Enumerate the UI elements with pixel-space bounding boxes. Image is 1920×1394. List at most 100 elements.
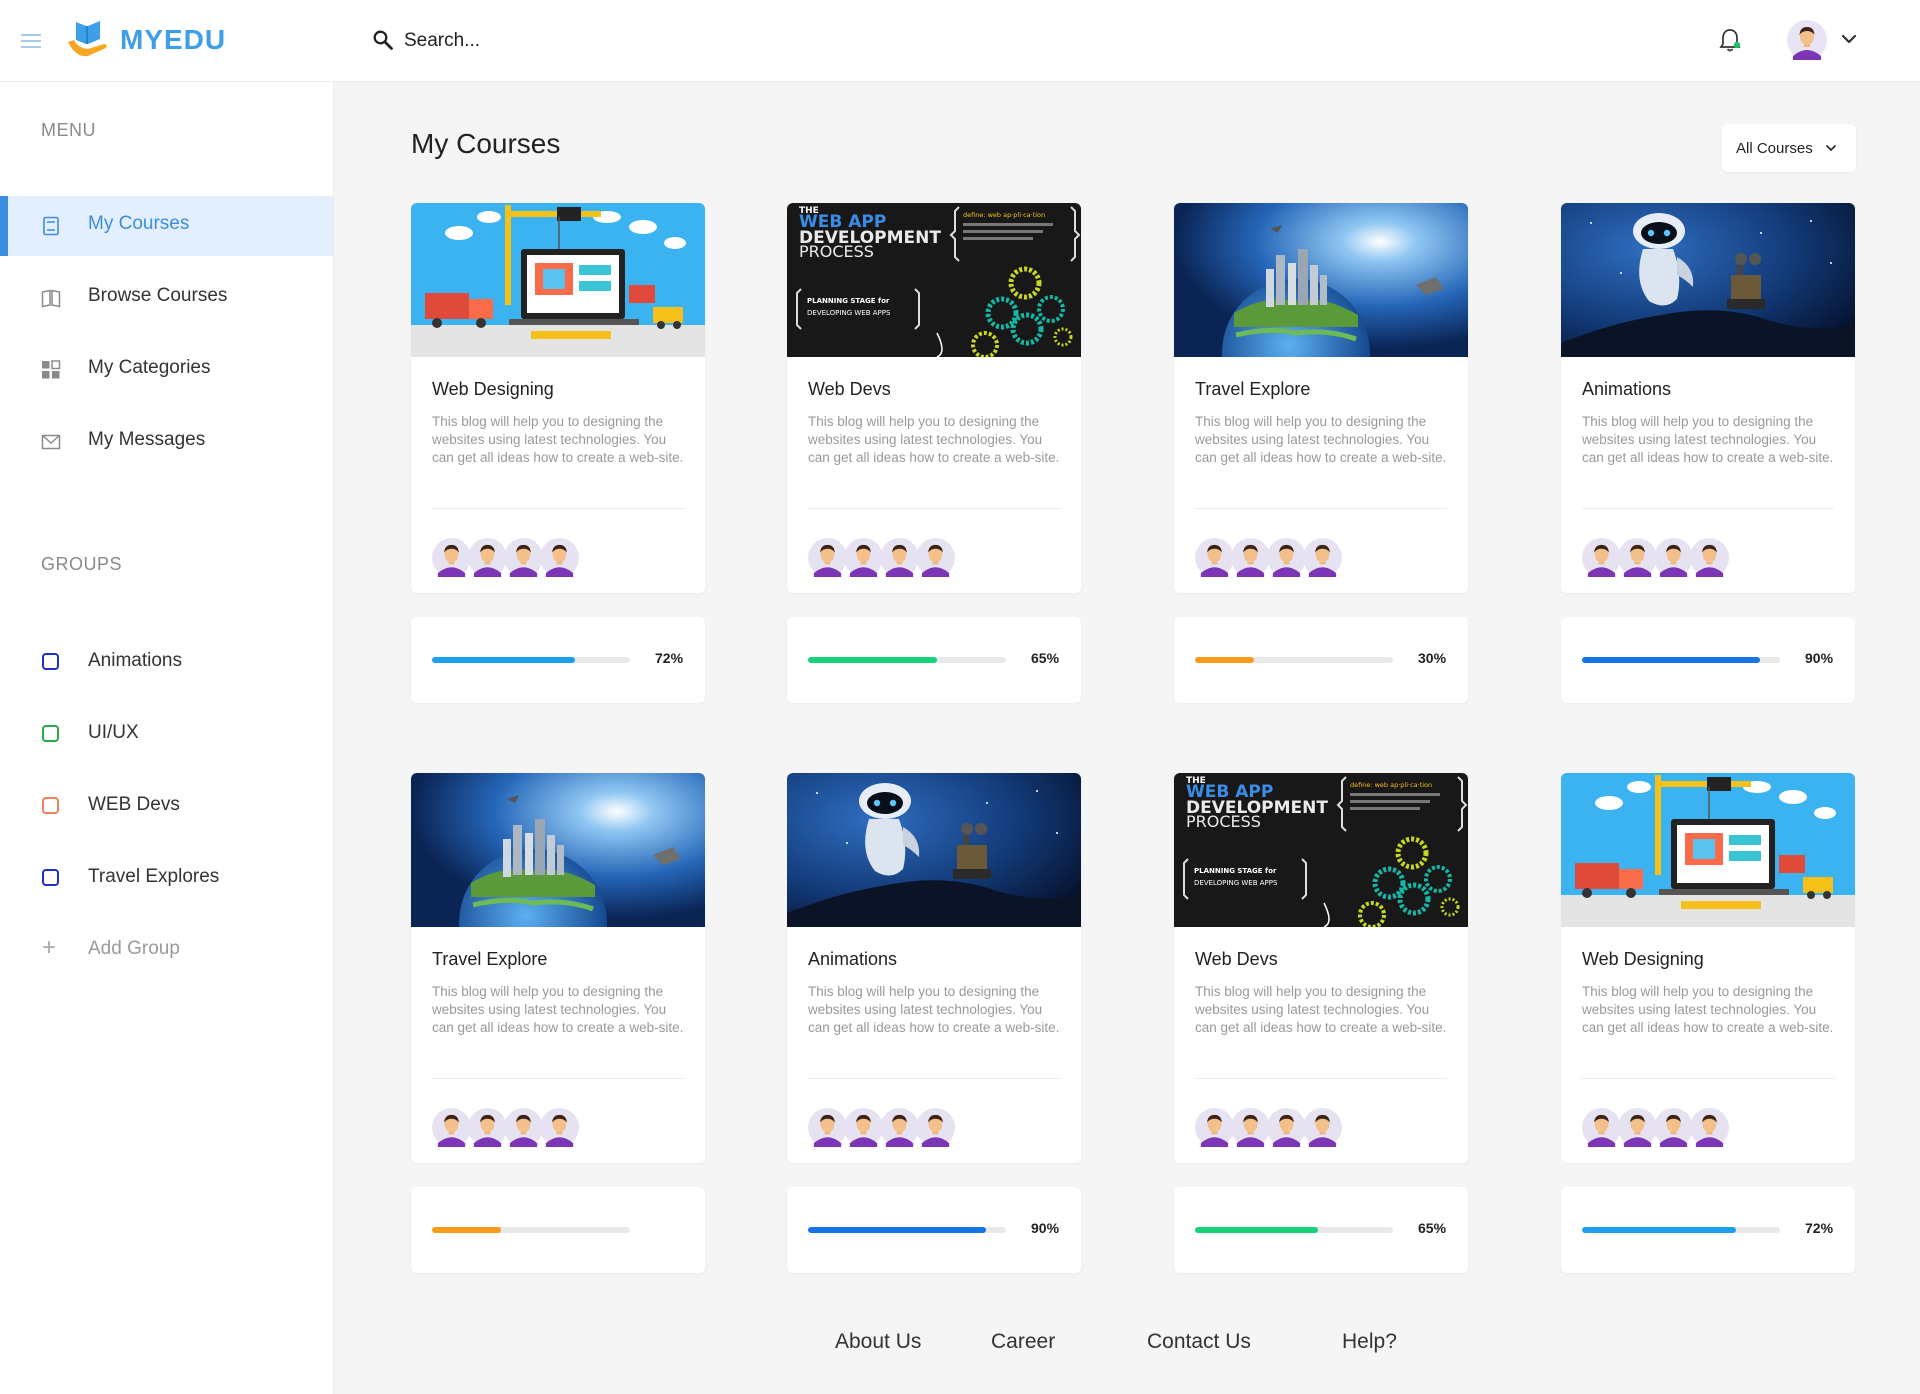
chevron-down-icon[interactable] (1838, 28, 1860, 50)
course-thumbnail (1174, 203, 1468, 357)
thumb-text: PROCESS (1186, 812, 1261, 831)
sidebar: MENU My Courses Browse Courses My Catego… (0, 82, 334, 1394)
divider (1195, 1078, 1447, 1079)
course-description: This blog will help you to designing the… (808, 984, 1060, 1035)
course-title: Web Designing (1582, 949, 1704, 969)
group-label: UI/UX (88, 722, 139, 743)
progress-percent: 72% (1805, 1220, 1834, 1236)
course-progress-card: 72% (1561, 1187, 1855, 1273)
divider (808, 508, 1060, 509)
avatar (1582, 538, 1621, 577)
progress-fill (1195, 657, 1255, 663)
avatar (432, 1108, 471, 1147)
grid-icon (42, 360, 61, 379)
group-item-animations[interactable]: Animations (0, 637, 333, 687)
course-thumbnail (1561, 773, 1855, 927)
progress-percent: 72% (655, 650, 684, 666)
footer-help-link[interactable]: Help? (1342, 1330, 1397, 1354)
group-color-marker (42, 869, 59, 886)
plus-icon: + (42, 934, 57, 961)
avatar (1231, 1108, 1270, 1147)
course-title: Web Devs (808, 379, 891, 399)
sidebar-item-my-categories[interactable]: My Categories (0, 340, 333, 400)
course-progress-card: 72% (411, 617, 705, 703)
footer-about-us-link[interactable]: About Us (835, 1330, 921, 1354)
divider (1195, 508, 1447, 509)
progress-track (1195, 657, 1393, 663)
app-logo-text: MYEDU (120, 24, 227, 55)
avatar (1582, 1108, 1621, 1147)
course-title: Web Designing (432, 379, 554, 399)
course-thumbnail (411, 773, 705, 927)
menu-section-title: MENU (41, 120, 96, 140)
course-progress-card: 65% (787, 617, 1081, 703)
group-item-web-devs[interactable]: WEB Devs (0, 781, 333, 831)
progress-percent: 65% (1031, 650, 1060, 666)
sidebar-item-label: My Courses (88, 213, 190, 234)
avatar (808, 1108, 847, 1147)
course-card[interactable]: Animations This blog will help you to des… (787, 773, 1081, 1163)
progress-track (432, 657, 630, 663)
course-description: This blog will help you to designing the… (1582, 984, 1834, 1035)
group-item-travel-explores[interactable]: Travel Explores (0, 853, 333, 903)
hamburger-menu-icon[interactable] (21, 34, 41, 48)
course-card[interactable]: THE WEB APP DEVELOPMENT PROCESS define: … (1174, 773, 1468, 1163)
add-group-label: Add Group (88, 938, 180, 959)
footer-career-link[interactable]: Career (991, 1330, 1055, 1354)
avatar (916, 1108, 955, 1147)
thumb-text: DEVELOPING WEB APPS (807, 309, 891, 317)
progress-fill (1195, 1227, 1318, 1233)
avatar (1267, 1108, 1306, 1147)
progress-fill (432, 1227, 502, 1233)
avatar (1618, 1108, 1657, 1147)
sidebar-item-label: My Messages (88, 429, 206, 450)
add-group-button[interactable]: + Add Group (0, 925, 333, 975)
avatar (504, 538, 543, 577)
avatar (844, 538, 883, 577)
avatar (504, 1108, 543, 1147)
course-description: This blog will help you to designing the… (1195, 414, 1447, 465)
mail-icon (41, 434, 61, 450)
thumb-text: define: web ap·pli·ca·tion (1350, 781, 1432, 789)
course-title: Travel Explore (1195, 379, 1311, 399)
avatar (432, 538, 471, 577)
avatar (1690, 538, 1729, 577)
course-card[interactable]: Travel Explore This blog will help you to… (1174, 203, 1468, 593)
search-icon (373, 30, 393, 50)
search-input[interactable] (404, 26, 804, 56)
course-card[interactable]: Web Designing This blog will help you to … (411, 203, 705, 593)
avatar (540, 538, 579, 577)
course-description: This blog will help you to designing the… (1582, 414, 1834, 465)
avatar (468, 1108, 507, 1147)
group-item-ui-ux[interactable]: UI/UX (0, 709, 333, 759)
avatar (1690, 1108, 1729, 1147)
course-card[interactable]: THE WEB APP DEVELOPMENT PROCESS define: … (787, 203, 1081, 593)
course-description: This blog will help you to designing the… (808, 414, 1060, 465)
sidebar-item-my-messages[interactable]: My Messages (0, 412, 333, 472)
course-card[interactable]: Web Designing This blog will help you to … (1561, 773, 1855, 1163)
progress-fill (808, 657, 937, 663)
course-progress-card: 30% (1174, 617, 1468, 703)
progress-fill (432, 657, 575, 663)
avatar (844, 1108, 883, 1147)
progress-percent: 90% (1805, 650, 1834, 666)
sidebar-item-my-courses[interactable]: My Courses (0, 196, 333, 256)
avatar (916, 538, 955, 577)
course-card[interactable]: Animations This blog will help you to des… (1561, 203, 1855, 593)
course-description: This blog will help you to designing the… (432, 414, 684, 465)
avatar (1654, 538, 1693, 577)
notification-bell-icon[interactable] (1718, 27, 1742, 55)
avatar (1195, 538, 1234, 577)
sidebar-item-browse-courses[interactable]: Browse Courses (0, 268, 333, 328)
course-progress-card: 90% (1561, 617, 1855, 703)
course-description: This blog will help you to designing the… (1195, 984, 1447, 1035)
footer-contact-us-link[interactable]: Contact Us (1147, 1330, 1251, 1354)
progress-track (432, 1227, 630, 1233)
course-card[interactable]: Travel Explore This blog will help you to… (411, 773, 705, 1163)
group-color-marker (42, 653, 59, 670)
user-avatar[interactable] (1787, 20, 1827, 60)
divider (1582, 1078, 1834, 1079)
chevron-down-icon (1826, 145, 1836, 152)
progress-percent: 65% (1418, 1220, 1447, 1236)
course-progress-card: 65% (1174, 1187, 1468, 1273)
